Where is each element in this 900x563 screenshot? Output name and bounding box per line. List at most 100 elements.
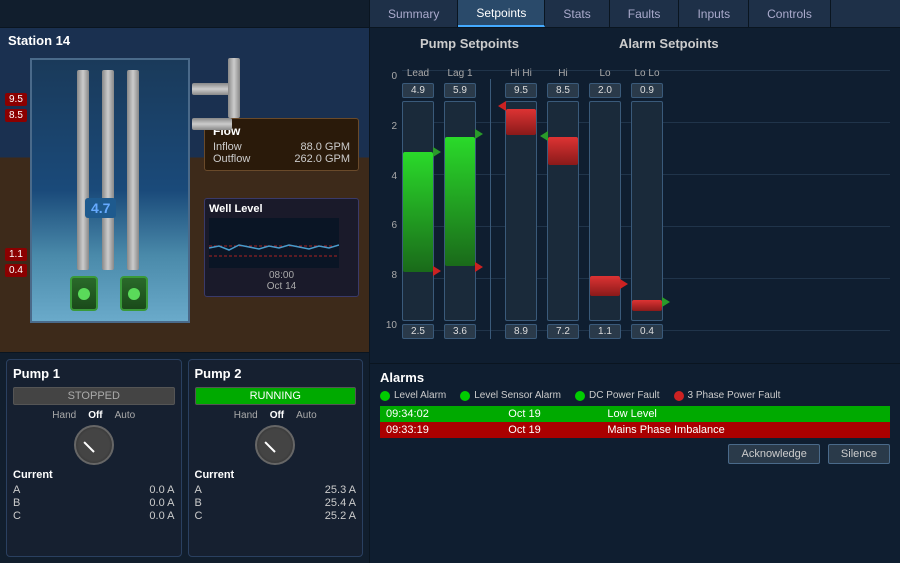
tab-summary[interactable]: Summary (370, 0, 458, 27)
col-hihi-bar (505, 101, 537, 321)
legend-level-alarm: Level Alarm (380, 390, 446, 401)
pump-1-dial[interactable] (74, 425, 114, 465)
outflow-label: Outflow (213, 153, 250, 165)
tab-stats[interactable]: Stats (545, 0, 609, 27)
left-panel: Station 14 9.5 8.5 1.1 0.4 (0, 28, 370, 563)
tab-setpoints[interactable]: Setpoints (458, 0, 545, 27)
col-lag1-top: 5.9 (444, 83, 476, 98)
col-lead-fill (403, 152, 433, 272)
pump-2-current-b: B 25.4 A (195, 497, 357, 509)
legend-dot-4 (674, 391, 684, 401)
col-lead-bar (402, 101, 434, 321)
top-nav: Summary Setpoints Stats Faults Inputs Co… (0, 0, 900, 28)
chart-time: 08:00 Oct 14 (209, 270, 354, 292)
col-hi-top: 8.5 (547, 83, 579, 98)
y-tick-8: 8 (380, 270, 400, 281)
pump-2-dial-line (265, 441, 276, 452)
legend-3phase-fault: 3 Phase Power Fault (674, 390, 781, 401)
col-hi-bar (547, 101, 579, 321)
pump-1-current-a: A 0.0 A (13, 484, 175, 496)
pipe-2 (102, 70, 114, 270)
pump-1-current-c: C 0.0 A (13, 510, 175, 522)
well-structure (30, 58, 190, 323)
legend-dot-1 (380, 391, 390, 401)
station-title: Station 14 (8, 33, 70, 48)
legend-dc-fault: DC Power Fault (575, 390, 660, 401)
level-badge-95: 9.5 (5, 93, 27, 106)
pump-1-title: Pump 1 (13, 366, 175, 381)
y-axis: 10 8 6 4 2 0 (380, 71, 400, 331)
lag1-arrow-top (475, 129, 483, 139)
col-hi-bot: 7.2 (547, 324, 579, 339)
legend-dot-3 (575, 391, 585, 401)
pipe-1 (77, 70, 89, 270)
col-lo-top: 2.0 (589, 83, 621, 98)
col-hihi-bot: 8.9 (505, 324, 537, 339)
pump-2-status: RUNNING (195, 387, 357, 405)
col-lo-bot: 1.1 (589, 324, 621, 339)
inflow-value: 88.0 GPM (300, 141, 350, 153)
col-lead: Lead 4.9 2.5 (402, 68, 434, 339)
y-tick-6: 6 (380, 220, 400, 231)
legend-label-3: DC Power Fault (589, 390, 660, 401)
tab-inputs[interactable]: Inputs (679, 0, 749, 27)
pump-2-current-a: A 25.3 A (195, 484, 357, 496)
col-hihi: Hi Hi 9.5 8.9 (505, 68, 537, 339)
pump-1-current-label: Current (13, 469, 175, 481)
col-lag1: Lag 1 5.9 3.6 (444, 68, 476, 339)
setpoints-header: Pump Setpoints Alarm Setpoints (380, 36, 890, 51)
alarm-1-date: Oct 19 (502, 406, 601, 422)
all-columns: Lead 4.9 2.5 Lag 1 (402, 79, 663, 339)
pump-2-panel: Pump 2 RUNNING Hand Off Auto Current (188, 359, 364, 557)
acknowledge-button[interactable]: Acknowledge (728, 444, 819, 464)
pump-2-current-label: Current (195, 469, 357, 481)
col-hi-fill (548, 137, 578, 165)
y-tick-0: 0 (380, 71, 400, 82)
col-lo-label: Lo (599, 68, 610, 79)
outflow-row: Outflow 262.0 GPM (213, 153, 350, 165)
alarms-title: Alarms (380, 370, 890, 385)
lead-arrow-bot (433, 266, 441, 276)
lolo-arrow (662, 297, 670, 307)
pump-panels: Pump 1 STOPPED Hand Off Auto Current (0, 353, 369, 563)
alarm-2-msg: Mains Phase Imbalance (601, 422, 890, 438)
mini-chart (209, 218, 339, 268)
water-level-label: 4.7 (85, 198, 116, 218)
level-markers-bottom: 1.1 0.4 (5, 248, 27, 277)
lo-arrow (620, 279, 628, 289)
pump-2-dial[interactable] (255, 425, 295, 465)
chart-area: 10 8 6 4 2 0 (380, 56, 890, 351)
station-diagram: Station 14 9.5 8.5 1.1 0.4 (0, 28, 369, 353)
setpoints-area: Pump Setpoints Alarm Setpoints 10 8 6 4 … (370, 28, 900, 363)
col-lolo-top: 0.9 (631, 83, 663, 98)
col-lolo-fill (632, 300, 662, 311)
level-badge-11: 1.1 (5, 248, 27, 261)
col-lag1-fill (445, 137, 475, 266)
alarm-2-date: Oct 19 (502, 422, 601, 438)
pump-1-status: STOPPED (13, 387, 175, 405)
silence-button[interactable]: Silence (828, 444, 890, 464)
inflow-label: Inflow (213, 141, 242, 153)
legend-label-4: 3 Phase Power Fault (688, 390, 781, 401)
tab-controls[interactable]: Controls (749, 0, 831, 27)
legend-sensor-alarm: Level Sensor Alarm (460, 390, 561, 401)
legend-label-2: Level Sensor Alarm (474, 390, 561, 401)
pump-1-icon (70, 276, 98, 311)
level-badge-04: 0.4 (5, 264, 27, 277)
hi-arrow (540, 131, 548, 141)
level-markers-top: 9.5 8.5 (5, 93, 27, 122)
col-hi-label: Hi (558, 68, 567, 79)
alarm-setpoints-title: Alarm Setpoints (619, 36, 719, 51)
col-lo: Lo 2.0 1.1 (589, 68, 621, 339)
hihi-arrow (498, 101, 506, 111)
col-lolo: Lo Lo 0.9 0.4 (631, 68, 663, 339)
pump-2-title: Pump 2 (195, 366, 357, 381)
pump-setpoints-title: Pump Setpoints (420, 36, 519, 51)
alarm-1-time: 09:34:02 (380, 406, 502, 422)
tab-faults[interactable]: Faults (610, 0, 680, 27)
col-lead-label: Lead (407, 68, 429, 79)
pump-1-modes: Hand Off Auto (13, 410, 175, 421)
col-lead-bot: 2.5 (402, 324, 434, 339)
pump-2-dial-container (195, 425, 357, 465)
col-hihi-fill (506, 109, 536, 135)
